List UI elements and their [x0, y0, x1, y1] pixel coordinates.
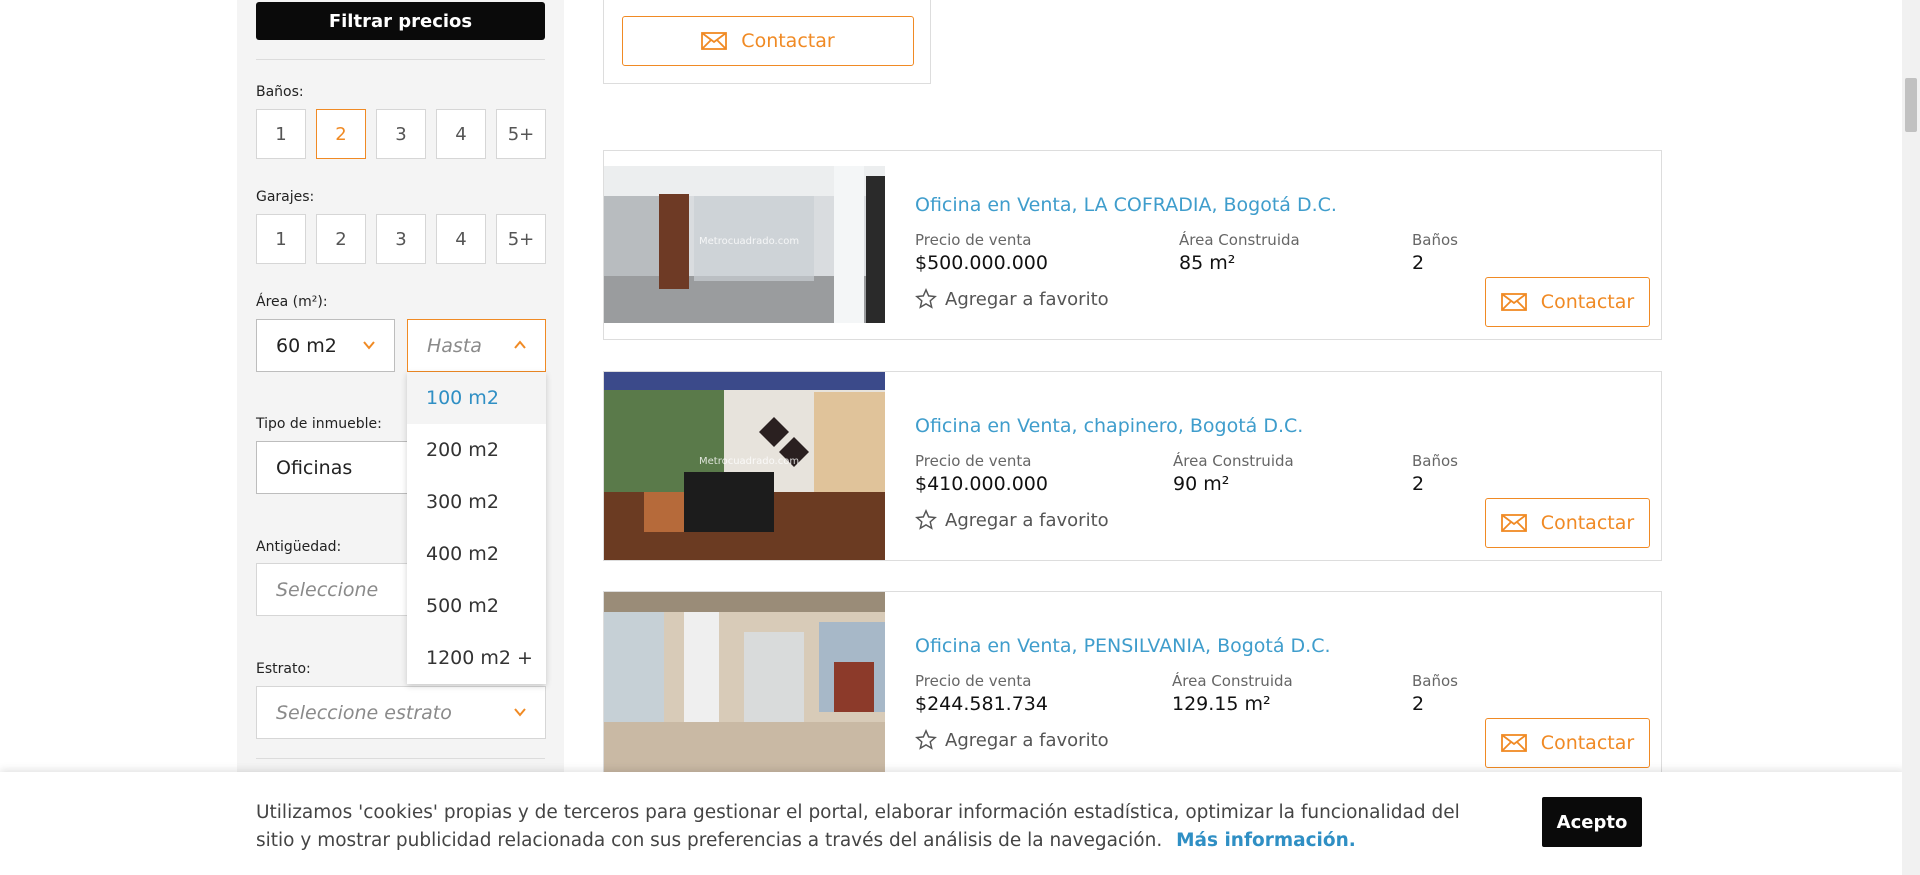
more-info-link[interactable]: Más información.	[1176, 830, 1356, 851]
area-to-select[interactable]: Hasta	[407, 319, 546, 372]
listing-card-partial: Contactar	[603, 0, 931, 84]
star-icon	[915, 288, 937, 309]
price-value: $500.000.000	[915, 252, 1048, 274]
photo-watermark: Metrocuadrado.com	[699, 236, 800, 247]
garajes-option-5plus[interactable]: 5+	[496, 214, 546, 264]
add-favorite-label: Agregar a favorito	[945, 509, 1109, 531]
contact-button[interactable]: Contactar	[1485, 277, 1650, 327]
area-from-select[interactable]: 60 m2	[256, 319, 395, 372]
baths-value: 2	[1412, 252, 1425, 274]
area-to-dropdown: 100 m2 200 m2 300 m2 400 m2 500 m2 1200 …	[407, 372, 546, 684]
add-favorite-label: Agregar a favorito	[945, 729, 1109, 751]
area-value: 90 m²	[1173, 473, 1230, 495]
estrato-placeholder: Seleccione estrato	[276, 701, 452, 724]
garajes-options: 1 2 3 4 5+	[256, 214, 546, 264]
antiguedad-label: Antigüedad:	[256, 539, 342, 555]
listing-title[interactable]: Oficina en Venta, LA COFRADIA, Bogotá D.…	[915, 194, 1337, 216]
listing-photo[interactable]: Metrocuadrado.com	[604, 166, 885, 323]
price-value: $244.581.734	[915, 693, 1048, 715]
area-to-placeholder: Hasta	[427, 334, 482, 357]
baths-label: Baños	[1412, 452, 1458, 470]
banos-option-1[interactable]: 1	[256, 109, 306, 159]
mail-icon	[1500, 514, 1527, 532]
area-value: 129.15 m²	[1172, 693, 1271, 715]
mail-icon	[1500, 293, 1527, 311]
banos-option-5plus[interactable]: 5+	[496, 109, 546, 159]
listing-photo[interactable]	[604, 592, 885, 780]
photo-watermark: Metrocuadrado.com	[699, 456, 800, 467]
area-label: Área Construida	[1172, 672, 1293, 690]
baths-label: Baños	[1412, 672, 1458, 690]
tipo-inmueble-value: Oficinas	[276, 456, 353, 479]
garajes-option-3[interactable]: 3	[376, 214, 426, 264]
baths-value: 2	[1412, 693, 1425, 715]
page: Filtrar precios Baños: 1 2 3 4 5+ Garaje…	[0, 0, 1920, 875]
area-option-500[interactable]: 500 m2	[407, 580, 546, 632]
area-label: Área (m²):	[256, 294, 328, 310]
mail-icon	[1500, 734, 1527, 752]
garajes-label: Garajes:	[256, 189, 315, 205]
scrollbar-thumb[interactable]	[1905, 78, 1917, 132]
divider	[256, 758, 545, 759]
price-label: Precio de venta	[915, 231, 1032, 249]
listing-photo[interactable]: Metrocuadrado.com	[604, 372, 885, 560]
area-from-value: 60 m2	[276, 334, 337, 357]
estrato-label: Estrato:	[256, 661, 311, 677]
garajes-option-1[interactable]: 1	[256, 214, 306, 264]
star-icon	[915, 729, 937, 750]
listing-title[interactable]: Oficina en Venta, chapinero, Bogotá D.C.	[915, 415, 1303, 437]
listing-title[interactable]: Oficina en Venta, PENSILVANIA, Bogotá D.…	[915, 635, 1331, 657]
contact-button[interactable]: Contactar	[1485, 718, 1650, 768]
area-value: 85 m²	[1179, 252, 1236, 274]
area-option-100[interactable]: 100 m2	[407, 372, 546, 424]
area-label: Área Construida	[1179, 231, 1300, 249]
cookie-banner: Utilizamos 'cookies' propias y de tercer…	[0, 772, 1905, 875]
contact-button[interactable]: Contactar	[1485, 498, 1650, 548]
chevron-down-icon	[514, 708, 526, 717]
banos-option-2[interactable]: 2	[316, 109, 366, 159]
accept-cookies-button[interactable]: Acepto	[1542, 797, 1642, 847]
filter-prices-button[interactable]: Filtrar precios	[256, 2, 545, 40]
office-photo-image	[604, 592, 885, 780]
banos-option-4[interactable]: 4	[436, 109, 486, 159]
price-value: $410.000.000	[915, 473, 1048, 495]
divider	[256, 59, 545, 60]
area-option-300[interactable]: 300 m2	[407, 476, 546, 528]
add-favorite-label: Agregar a favorito	[945, 288, 1109, 310]
listing-card[interactable]: Metrocuadrado.com Oficina en Venta, chap…	[603, 371, 1662, 561]
garajes-option-2[interactable]: 2	[316, 214, 366, 264]
add-favorite-link[interactable]: Agregar a favorito	[915, 509, 1109, 531]
antiguedad-placeholder: Seleccione	[276, 578, 379, 601]
area-option-200[interactable]: 200 m2	[407, 424, 546, 476]
add-favorite-link[interactable]: Agregar a favorito	[915, 288, 1109, 310]
baths-value: 2	[1412, 473, 1425, 495]
area-option-1200-plus[interactable]: 1200 m2 +	[407, 632, 546, 684]
contact-button-label: Contactar	[741, 30, 835, 52]
contact-button-label: Contactar	[1540, 512, 1635, 534]
area-option-400[interactable]: 400 m2	[407, 528, 546, 580]
contact-button-label: Contactar	[1540, 732, 1635, 754]
chevron-up-icon	[514, 340, 526, 349]
add-favorite-link[interactable]: Agregar a favorito	[915, 729, 1109, 751]
banos-option-3[interactable]: 3	[376, 109, 426, 159]
contact-button[interactable]: Contactar	[622, 16, 914, 66]
listing-card[interactable]: Oficina en Venta, PENSILVANIA, Bogotá D.…	[603, 591, 1662, 781]
banos-label: Baños:	[256, 84, 304, 100]
star-icon	[915, 509, 937, 530]
garajes-option-4[interactable]: 4	[436, 214, 486, 264]
area-label: Área Construida	[1173, 452, 1294, 470]
price-label: Precio de venta	[915, 452, 1032, 470]
mail-icon	[701, 32, 728, 50]
listing-card[interactable]: Metrocuadrado.com Oficina en Venta, LA C…	[603, 150, 1662, 340]
contact-button-label: Contactar	[1540, 291, 1635, 313]
estrato-select[interactable]: Seleccione estrato	[256, 686, 546, 739]
tipo-inmueble-label: Tipo de inmueble:	[256, 416, 382, 432]
banos-options: 1 2 3 4 5+	[256, 109, 546, 159]
price-label: Precio de venta	[915, 672, 1032, 690]
baths-label: Baños	[1412, 231, 1458, 249]
chevron-down-icon	[363, 341, 375, 350]
cookie-text: Utilizamos 'cookies' propias y de tercer…	[256, 799, 1466, 855]
